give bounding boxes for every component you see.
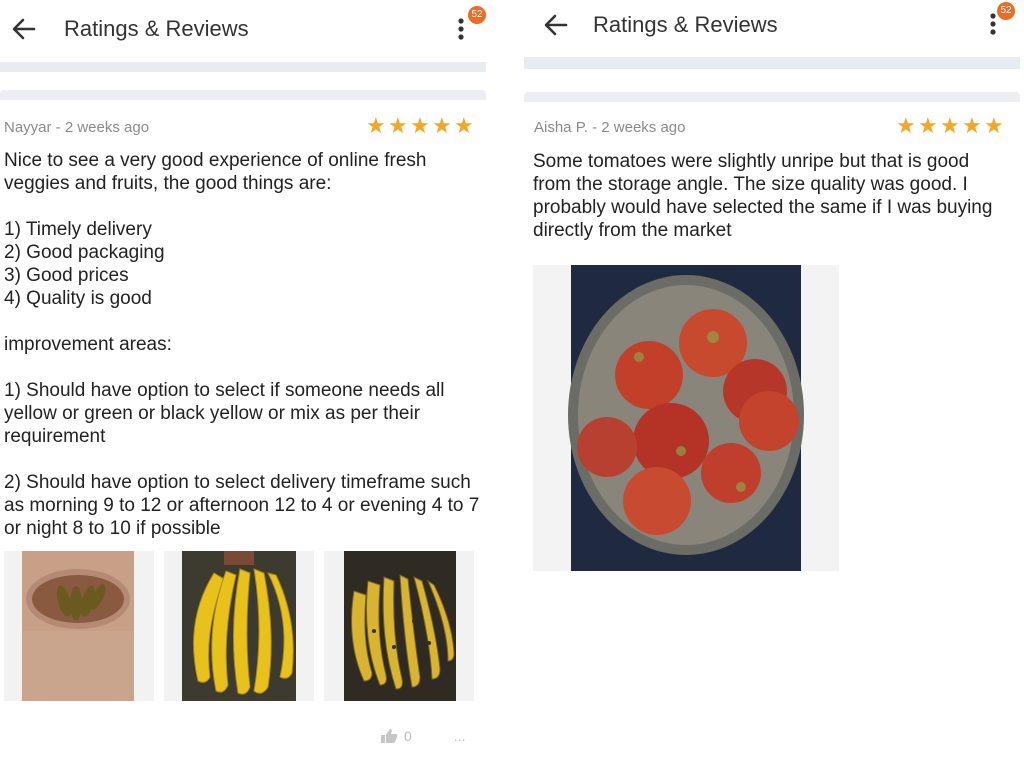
review-actions: 0 ... bbox=[380, 728, 465, 744]
arrow-left-icon[interactable] bbox=[8, 13, 40, 45]
review-text: Nice to see a very good experience of on… bbox=[4, 150, 480, 539]
banana-bunch-image bbox=[182, 551, 296, 701]
tomatoes-bowl-image bbox=[568, 265, 804, 571]
banana-ripe-image bbox=[344, 551, 456, 701]
star-icon: ★ bbox=[984, 113, 1004, 138]
review-text: Some tomatoes were slightly unripe but t… bbox=[533, 151, 993, 241]
review-photo-2[interactable] bbox=[164, 551, 314, 701]
star-icon: ★ bbox=[366, 113, 386, 138]
page-title: Ratings & Reviews bbox=[593, 12, 778, 37]
divider bbox=[0, 62, 486, 72]
rating-stars: ★ ★ ★ ★ ★ bbox=[366, 113, 474, 138]
star-icon: ★ bbox=[388, 113, 408, 138]
review-author-date: Nayyar - 2 weeks ago bbox=[4, 119, 150, 136]
star-icon: ★ bbox=[940, 113, 960, 138]
notification-badge: 52 bbox=[997, 2, 1015, 20]
review-author-date: Aisha P. - 2 weeks ago bbox=[534, 119, 686, 136]
kebab-menu-icon[interactable] bbox=[452, 13, 470, 43]
page-title: Ratings & Reviews bbox=[64, 16, 249, 41]
app-header: Ratings & Reviews 52 bbox=[0, 0, 512, 58]
arrow-left-icon[interactable] bbox=[540, 9, 572, 41]
thumbs-up-icon bbox=[381, 729, 398, 743]
like-count: 0 bbox=[404, 728, 412, 744]
notification-badge: 52 bbox=[468, 6, 486, 24]
star-icon: ★ bbox=[896, 113, 916, 138]
star-icon: ★ bbox=[962, 113, 982, 138]
star-icon: ★ bbox=[454, 113, 474, 138]
app-header: Ratings & Reviews 52 bbox=[512, 0, 1024, 58]
review-photo-1[interactable] bbox=[533, 265, 839, 571]
rating-stars: ★ ★ ★ ★ ★ bbox=[896, 113, 1004, 138]
star-icon: ★ bbox=[918, 113, 938, 138]
banana-bag-image bbox=[22, 551, 134, 701]
star-icon: ★ bbox=[432, 113, 452, 138]
like-button[interactable]: 0 bbox=[380, 728, 412, 744]
review-photo-3[interactable] bbox=[324, 551, 474, 701]
card-top-edge bbox=[0, 90, 486, 100]
review-screen-left: Ratings & Reviews 52 Nayyar - 2 weeks ag… bbox=[0, 0, 512, 759]
divider bbox=[524, 57, 1020, 69]
more-options-button[interactable]: ... bbox=[454, 728, 466, 744]
card-top-edge bbox=[524, 92, 1020, 102]
star-icon: ★ bbox=[410, 113, 430, 138]
review-screen-right: Ratings & Reviews 52 Aisha P. - 2 weeks … bbox=[512, 0, 1024, 759]
review-photo-1[interactable] bbox=[4, 551, 154, 701]
review-photos bbox=[4, 551, 474, 701]
